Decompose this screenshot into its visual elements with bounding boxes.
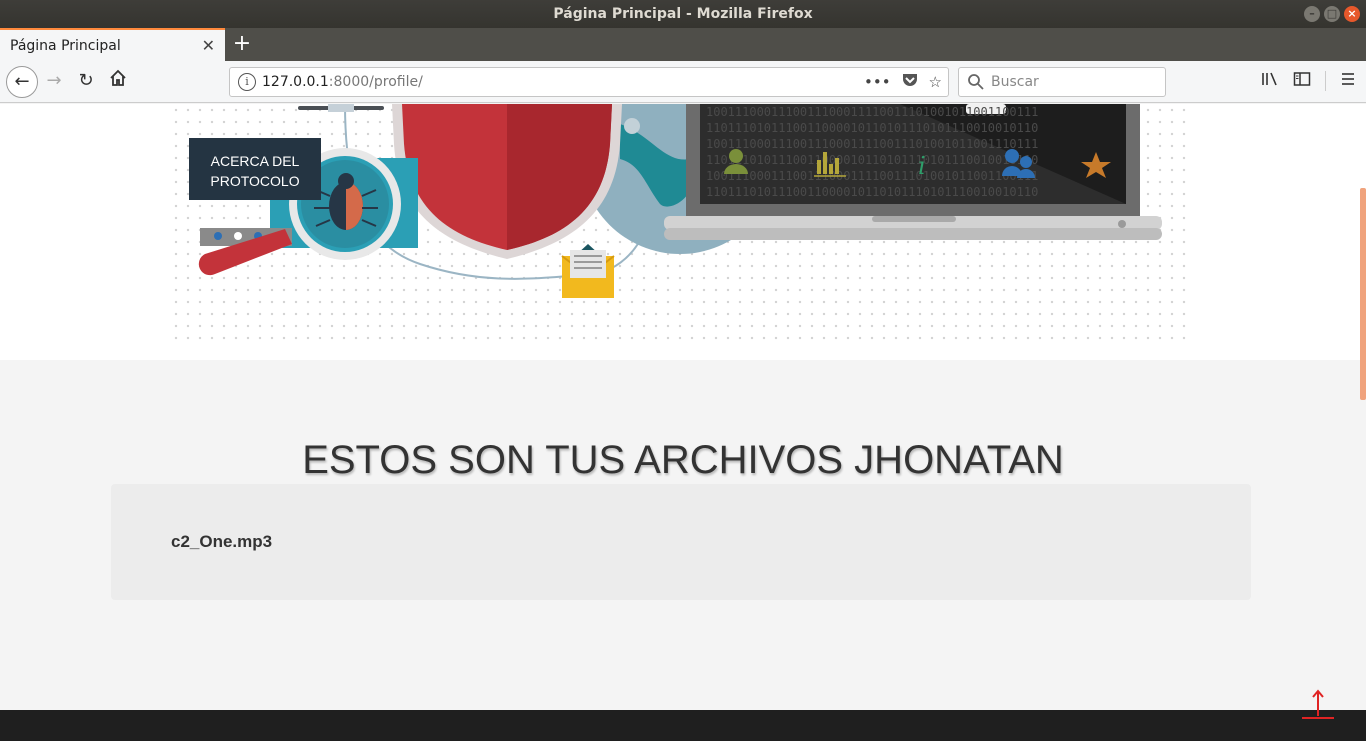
close-window-icon[interactable]: × [1344, 6, 1360, 22]
close-tab-icon[interactable]: ✕ [202, 36, 215, 55]
search-icon [968, 74, 984, 90]
page-viewport: 1001110001110011100011110011101001011001… [0, 104, 1366, 741]
tab-title: Página Principal [10, 37, 121, 54]
svg-text:100111000111001110001111001110: 1001110001110011100011110011101001011001… [706, 105, 1038, 119]
maximize-icon[interactable]: □ [1324, 6, 1340, 22]
toolbar-right [1261, 71, 1356, 91]
window-title: Página Principal - Mozilla Firefox [553, 6, 813, 22]
reload-icon[interactable]: ↻ [74, 69, 98, 93]
window-controls: – □ × [1304, 6, 1360, 22]
search-placeholder: Buscar [991, 74, 1039, 90]
pocket-icon[interactable] [901, 72, 919, 92]
files-list-card: c2_One.mp3 [111, 484, 1251, 600]
page-actions-icon[interactable]: ••• [864, 73, 891, 91]
bookmark-star-icon[interactable]: ☆ [929, 73, 942, 91]
svg-text:110111010111001100001011010111: 1101110101110011000010110101110101110010… [706, 121, 1038, 135]
files-section: ESTOS SON TUS ARCHIVOS JHONATAN c2_One.m… [0, 360, 1366, 710]
back-arrow-icon[interactable]: ← [6, 66, 38, 98]
sidebar-icon[interactable] [1293, 71, 1311, 91]
home-icon[interactable] [106, 69, 130, 93]
navigation-toolbar: ← → ↻ i 127.0.0.1:8000/profile/ ••• ☆ Bu… [0, 61, 1366, 103]
window-titlebar: Página Principal - Mozilla Firefox – □ × [0, 0, 1366, 28]
search-bar[interactable]: Buscar [958, 67, 1166, 97]
url-host: 127.0.0.1 [262, 74, 329, 90]
page-scrollbar-thumb[interactable] [1360, 188, 1366, 400]
hero-banner: 1001110001110011100011110011101001011001… [0, 104, 1366, 360]
url-path: :8000/profile/ [328, 74, 423, 90]
svg-text:110111010111001100001011010111: 1101110101110011000010110101110101110010… [706, 185, 1038, 199]
toolbar-separator [1325, 71, 1326, 91]
url-bar[interactable]: i 127.0.0.1:8000/profile/ ••• ☆ [229, 67, 949, 97]
svg-text:100111000111001110001111001110: 1001110001110011100011110011101001011001… [706, 169, 1038, 183]
svg-text:100111000111001110001111001110: 1001110001110011100011110011101001011001… [706, 137, 1038, 151]
about-button-line1: ACERCA DEL [210, 153, 300, 169]
tab-strip: Página Principal ✕ + [0, 28, 1366, 61]
svg-text:110111010111001100001011010111: 1101110101110011000010110101110101110010… [706, 153, 1038, 167]
library-icon[interactable] [1261, 71, 1279, 91]
info-icon: i [918, 152, 926, 180]
page-footer [0, 710, 1366, 741]
new-tab-icon[interactable]: + [232, 30, 252, 58]
laptop-icon: 1001110001110011100011110011101001011001… [664, 104, 1162, 240]
minimize-icon[interactable]: – [1304, 6, 1320, 22]
user-icon [729, 149, 743, 163]
about-protocol-button[interactable]: ACERCA DEL PROTOCOLO [189, 138, 321, 200]
site-info-icon[interactable]: i [238, 73, 256, 91]
forward-arrow-icon[interactable]: → [42, 69, 66, 93]
about-button-line2: PROTOCOLO [210, 173, 300, 189]
url-actions: ••• ☆ [864, 72, 942, 92]
file-item[interactable]: c2_One.mp3 [171, 532, 272, 552]
menu-icon[interactable] [1340, 72, 1356, 90]
tab-pagina-principal[interactable]: Página Principal ✕ [0, 28, 225, 61]
url-text[interactable]: 127.0.0.1:8000/profile/ [262, 74, 423, 90]
files-heading: ESTOS SON TUS ARCHIVOS JHONATAN [302, 438, 1064, 482]
email-envelope-icon [561, 244, 615, 298]
scroll-to-top-icon[interactable] [1300, 688, 1336, 722]
shield-icon [392, 104, 622, 259]
